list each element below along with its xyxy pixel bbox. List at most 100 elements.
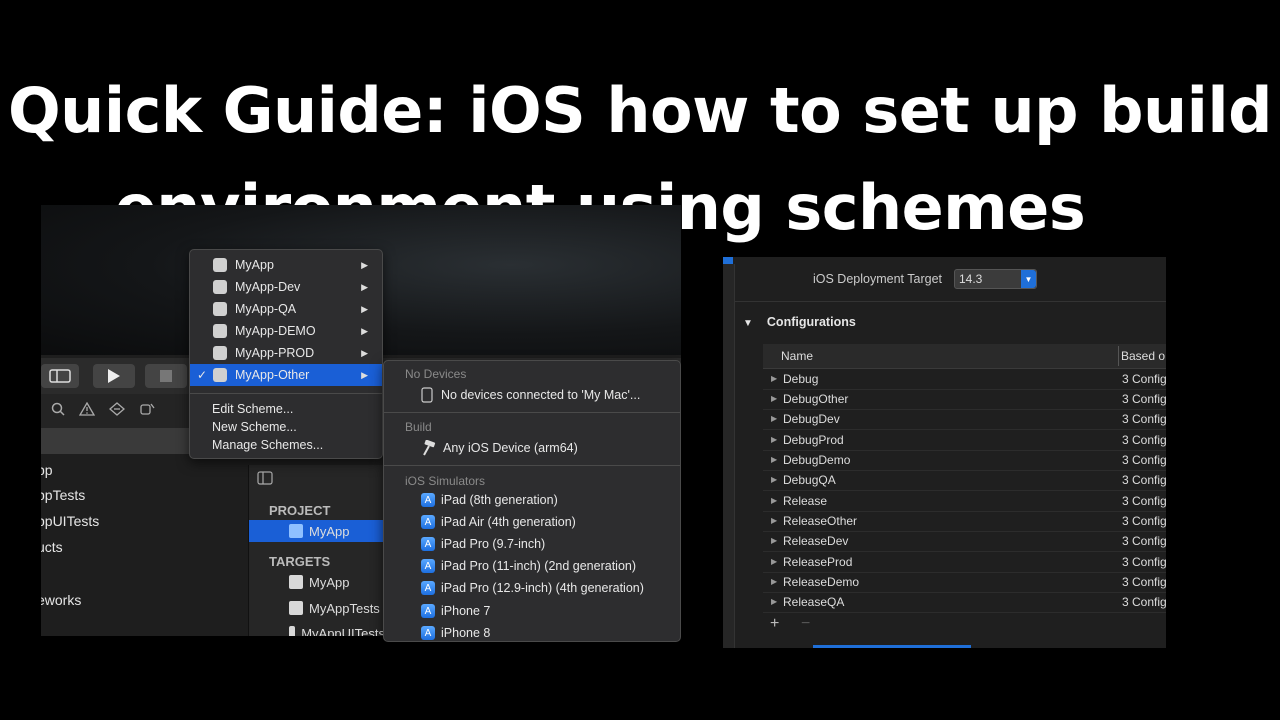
scheme-label: MyApp-Other xyxy=(235,368,310,382)
config-based-on: 3 Config xyxy=(1122,555,1166,569)
disclosure-triangle-icon[interactable]: ▶ xyxy=(771,536,777,545)
table-row[interactable]: ▶ DebugDemo 3 Config xyxy=(763,450,1166,471)
deployment-target-label: iOS Deployment Target xyxy=(813,272,942,286)
simulator-label: iPhone 7 xyxy=(441,604,491,618)
table-row[interactable]: ▶ ReleaseProd 3 Config xyxy=(763,552,1166,573)
column-name[interactable]: Name xyxy=(781,349,813,363)
disclosure-triangle-icon[interactable]: ▶ xyxy=(771,557,777,566)
simulator-icon: A xyxy=(421,537,435,551)
table-row[interactable]: ▶ DebugProd 3 Config xyxy=(763,430,1166,451)
simulator-label: iPhone 8 xyxy=(441,626,491,640)
configurations-section[interactable]: ▼ Configurations xyxy=(743,315,870,329)
simulator-item[interactable]: AiPad Pro (9.7-inch) xyxy=(421,537,545,551)
selection-edge xyxy=(723,257,733,264)
stop-icon xyxy=(160,370,172,382)
debug-icon[interactable] xyxy=(139,402,155,416)
table-row[interactable]: ▶ ReleaseDemo 3 Config xyxy=(763,572,1166,593)
project-header: PROJECT xyxy=(269,503,331,518)
app-icon xyxy=(213,258,227,272)
simulator-icon: A xyxy=(421,559,435,573)
navigator-item[interactable]: ucts xyxy=(41,539,63,555)
navigator-item[interactable]: eworks xyxy=(41,592,81,608)
simulator-label: iPad (8th generation) xyxy=(441,493,558,507)
table-row[interactable]: ▶ DebugQA 3 Config xyxy=(763,470,1166,491)
app-icon xyxy=(213,346,227,360)
disclosure-triangle-icon[interactable]: ▶ xyxy=(771,597,777,606)
any-ios-device-item[interactable]: Any iOS Device (arm64) xyxy=(421,440,578,456)
editor-gutter xyxy=(723,264,735,648)
folder-icon xyxy=(289,601,303,615)
device-menu: No Devices No devices connected to 'My M… xyxy=(383,360,681,642)
simulator-item[interactable]: AiPhone 7 xyxy=(421,604,490,618)
scheme-item[interactable]: MyApp-QA ▶ xyxy=(190,298,382,320)
table-row[interactable]: ▶ Debug 3 Config xyxy=(763,369,1166,390)
config-name: ReleaseProd xyxy=(783,555,853,569)
table-row[interactable]: ▶ ReleaseOther 3 Config xyxy=(763,511,1166,532)
simulator-item[interactable]: AiPad Pro (12.9-inch) (4th generation) xyxy=(421,581,644,595)
manage-schemes-item[interactable]: Manage Schemes... xyxy=(212,438,323,452)
deployment-target-select[interactable]: 14.3 ▼ xyxy=(954,269,1037,289)
section-divider xyxy=(735,301,1166,302)
scheme-item[interactable]: MyApp-Dev ▶ xyxy=(190,276,382,298)
disclosure-triangle-icon: ▼ xyxy=(743,318,753,329)
scheme-item[interactable]: MyApp-PROD ▶ xyxy=(190,342,382,364)
simulator-item[interactable]: AiPad Pro (11-inch) (2nd generation) xyxy=(421,559,636,573)
scheme-item[interactable]: MyApp ▶ xyxy=(190,254,382,276)
build-header: Build xyxy=(405,420,432,434)
disclosure-triangle-icon[interactable]: ▶ xyxy=(771,374,777,383)
menu-divider xyxy=(384,465,680,466)
config-based-on: 3 Config xyxy=(1122,575,1166,589)
sidebar-toggle-button[interactable] xyxy=(41,364,79,388)
table-row[interactable]: ▶ DebugOther 3 Config xyxy=(763,389,1166,410)
disclosure-triangle-icon[interactable]: ▶ xyxy=(771,414,777,423)
disclosure-triangle-icon[interactable]: ▶ xyxy=(771,577,777,586)
panel-toggle-icon[interactable] xyxy=(257,471,273,485)
config-based-on: 3 Config xyxy=(1122,514,1166,528)
simulator-item[interactable]: AiPad Air (4th generation) xyxy=(421,515,576,529)
disclosure-triangle-icon[interactable]: ▶ xyxy=(771,455,777,464)
table-row[interactable]: ▶ Release 3 Config xyxy=(763,491,1166,512)
target-item[interactable]: MyAppUITests xyxy=(249,622,385,636)
simulator-item[interactable]: AiPad (8th generation) xyxy=(421,493,558,507)
scheme-item[interactable]: MyApp-DEMO ▶ xyxy=(190,320,382,342)
title-line-1: Quick Guide: iOS how to set up build xyxy=(7,74,1273,147)
navigator-item[interactable]: ppTests xyxy=(41,487,85,503)
navigator-item[interactable]: ppUITests xyxy=(41,513,99,529)
project-item[interactable]: MyApp xyxy=(249,520,385,542)
disclosure-triangle-icon[interactable]: ▶ xyxy=(771,496,777,505)
phone-icon xyxy=(421,387,433,403)
config-based-on: 3 Config xyxy=(1122,433,1166,447)
stop-button[interactable] xyxy=(145,364,187,388)
table-row[interactable]: ▶ ReleaseDev 3 Config xyxy=(763,531,1166,552)
target-item[interactable]: MyAppTests xyxy=(249,597,385,619)
config-based-on: 3 Config xyxy=(1122,534,1166,548)
table-row[interactable]: ▶ DebugDev 3 Config xyxy=(763,409,1166,430)
add-configuration-button[interactable]: + xyxy=(770,615,779,633)
scheme-label: MyApp xyxy=(235,258,274,272)
search-icon[interactable] xyxy=(51,402,65,416)
edit-scheme-item[interactable]: Edit Scheme... xyxy=(212,402,293,416)
table-row[interactable]: ▶ ReleaseQA 3 Config xyxy=(763,592,1166,613)
navigator-item[interactable]: pp xyxy=(41,462,53,478)
warning-icon[interactable] xyxy=(79,402,95,416)
simulator-item[interactable]: AiPhone 8 xyxy=(421,626,490,640)
scheme-label: MyApp-PROD xyxy=(235,346,315,360)
config-name: DebugDev xyxy=(783,412,840,426)
disclosure-triangle-icon[interactable]: ▶ xyxy=(771,516,777,525)
simulator-label: iPad Pro (11-inch) (2nd generation) xyxy=(441,559,637,573)
chevron-right-icon: ▶ xyxy=(361,259,368,270)
project-item-label: MyApp xyxy=(309,523,350,539)
column-based-on[interactable]: Based o xyxy=(1121,349,1165,363)
disclosure-triangle-icon[interactable]: ▶ xyxy=(771,435,777,444)
disclosure-triangle-icon[interactable]: ▶ xyxy=(771,394,777,403)
scheme-item-selected[interactable]: ✓ MyApp-Other ▶ xyxy=(190,364,382,386)
run-button[interactable] xyxy=(93,364,135,388)
app-icon xyxy=(213,324,227,338)
remove-configuration-button[interactable]: − xyxy=(801,615,810,633)
diamond-icon[interactable] xyxy=(109,402,125,416)
target-label: MyAppTests xyxy=(309,600,380,616)
new-scheme-item[interactable]: New Scheme... xyxy=(212,420,297,434)
disclosure-triangle-icon[interactable]: ▶ xyxy=(771,475,777,484)
target-item[interactable]: MyApp xyxy=(249,571,385,593)
no-devices-text: No devices connected to 'My Mac'... xyxy=(441,388,641,402)
